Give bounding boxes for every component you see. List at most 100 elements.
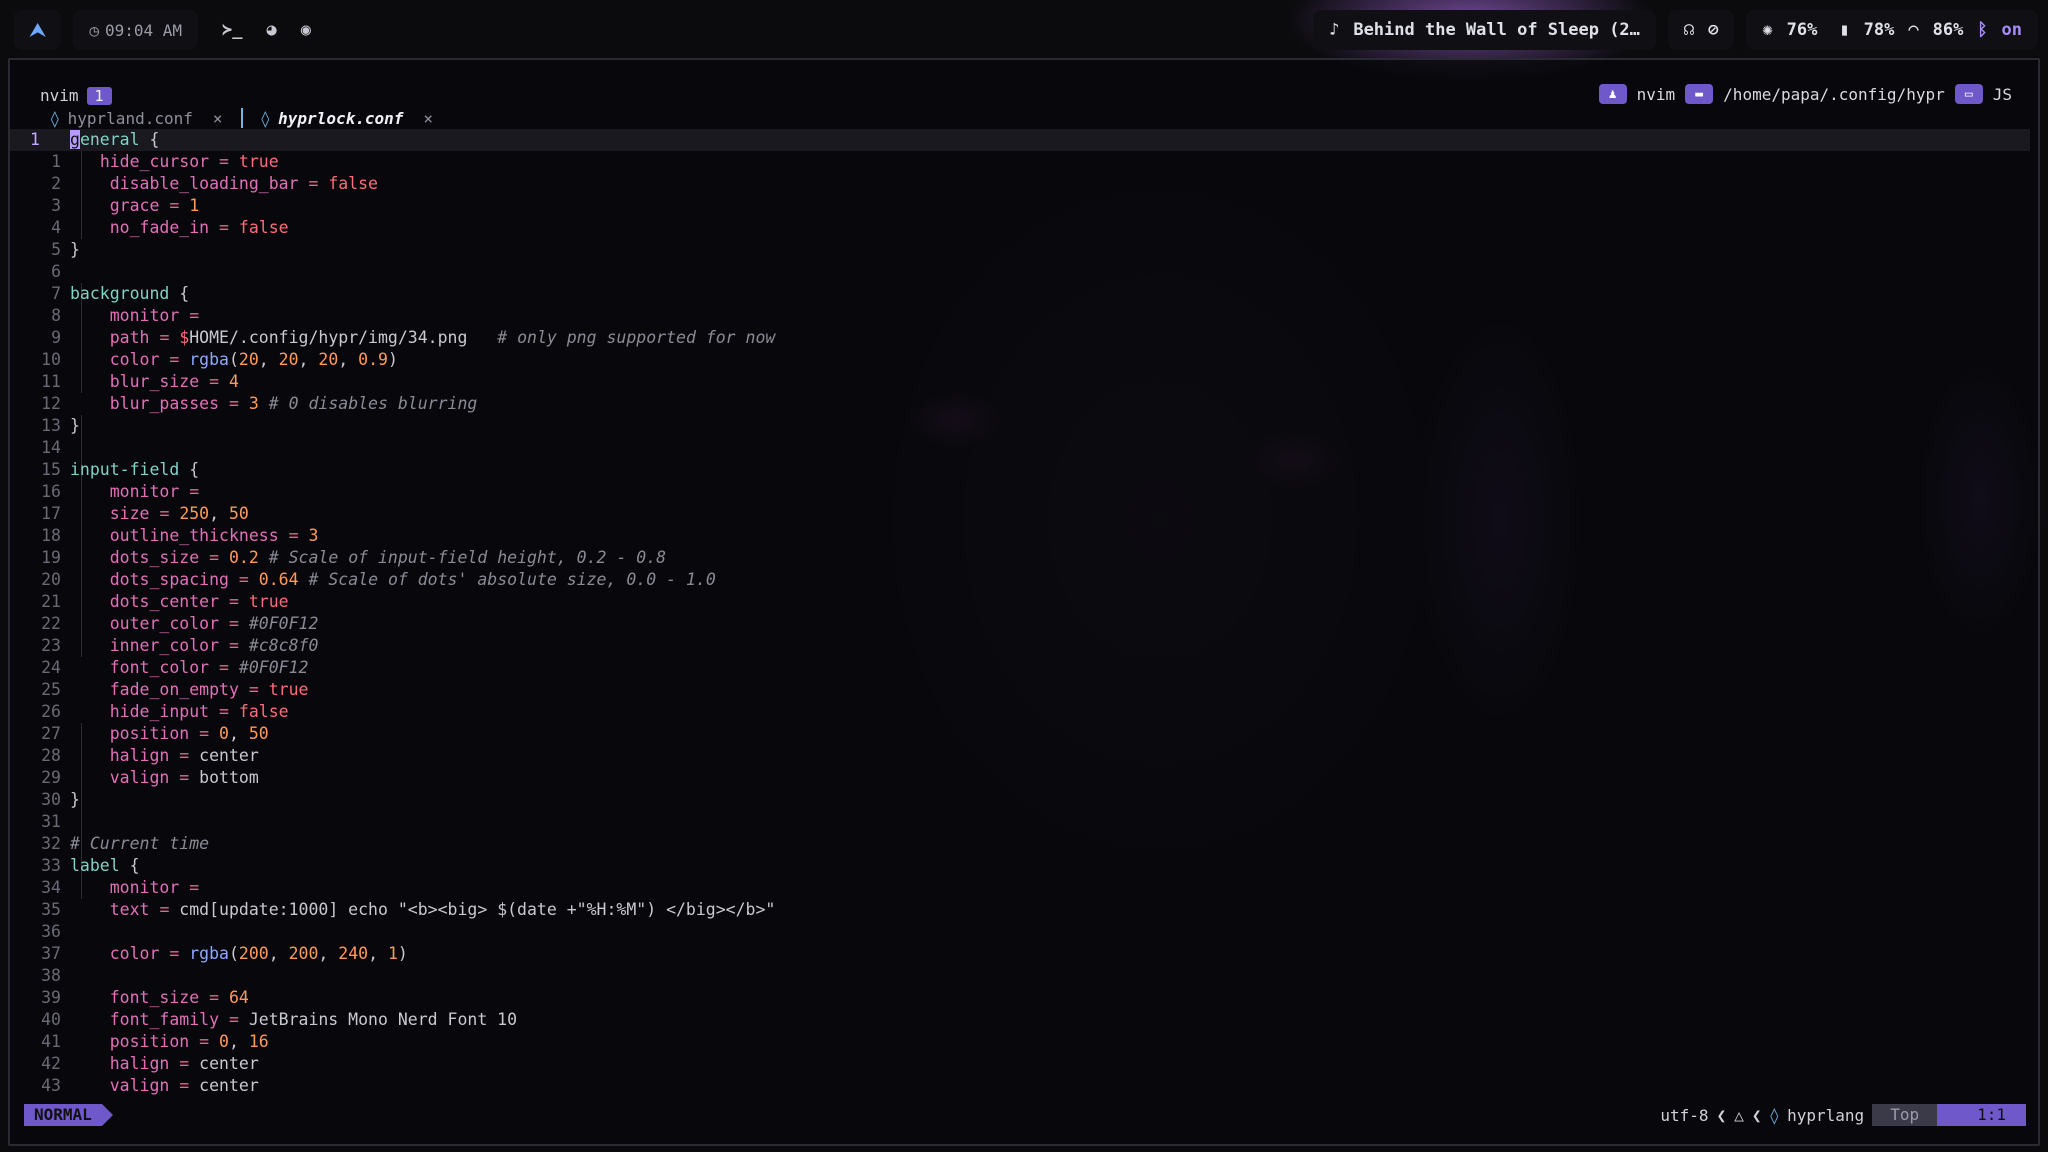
code-line[interactable]: 10 color = rgba(20, 20, 20, 0.9) (10, 349, 2030, 371)
clock-widget[interactable]: ◷ 09:04 AM (73, 10, 199, 50)
hyprlang-file-icon: ◊ (50, 108, 60, 128)
code-line[interactable]: 5} (10, 239, 2030, 261)
code-line[interactable]: 40 font_family = JetBrains Mono Nerd Fon… (10, 1009, 2030, 1031)
clock-time: 09:04 AM (104, 20, 183, 40)
code-line[interactable]: 23 inner_color = #c8c8f0 (10, 635, 2030, 657)
terminal-tab-number: 1 (86, 86, 112, 105)
headphones-icon[interactable]: ☊ (1684, 20, 1694, 40)
code-line[interactable]: 36 (10, 921, 2030, 943)
arch-logo-icon: ⮝ (30, 19, 46, 41)
bluetooth-value: on (2001, 20, 2022, 40)
audio-widget[interactable]: ☊ ⊘ (1667, 10, 1735, 50)
close-icon[interactable]: × (423, 109, 433, 128)
code-line[interactable]: 4 no_fade_in = false (10, 217, 2030, 239)
music-note-icon: ♪ (1329, 20, 1340, 40)
brightness-icon: ✺ (1762, 20, 1773, 40)
code-line[interactable]: 12 blur_passes = 3 # 0 disables blurring (10, 393, 2030, 415)
code-line[interactable]: 42 halign = center (10, 1053, 2030, 1075)
code-line[interactable]: 20 dots_spacing = 0.64 # Scale of dots' … (10, 569, 2030, 591)
code-line[interactable]: 19 dots_size = 0.2 # Scale of input-fiel… (10, 547, 2030, 569)
code-line[interactable]: 22 outer_color = #0F0F12 (10, 613, 2030, 635)
code-line[interactable]: 6 (10, 261, 2030, 283)
code-line[interactable]: 13} (10, 415, 2030, 437)
folder-icon: ▬ (1685, 84, 1714, 104)
code-line[interactable]: 25 fade_on_empty = true (10, 679, 2030, 701)
browser-icon[interactable]: ◕ (267, 20, 277, 40)
code-line[interactable]: 34 monitor = (10, 877, 2030, 899)
code-line[interactable]: 27 position = 0, 50 (10, 723, 2030, 745)
code-line[interactable]: 21 dots_center = true (10, 591, 2030, 613)
code-line[interactable]: 38 (10, 965, 2030, 987)
discord-icon[interactable]: ◉ (301, 20, 311, 40)
language-icon: ▭ (1954, 84, 1983, 104)
code-line[interactable]: 37 color = rgba(200, 200, 240, 1) (10, 943, 2030, 965)
cwd-path: /home/papa/.config/hypr (1723, 84, 1945, 104)
code-line[interactable]: 28 halign = center (10, 745, 2030, 767)
hyprlang-file-icon: ◊ (260, 108, 271, 128)
separator-chevron-icon: ❮ (1751, 1105, 1762, 1125)
brightness-value: 76% (1786, 20, 1818, 40)
close-icon[interactable]: × (213, 109, 223, 128)
bluetooth-icon: ᛒ (1977, 20, 1988, 40)
code-line[interactable]: 32 # Current time (10, 833, 2030, 855)
separator-chevron-icon: ❮ (1716, 1105, 1727, 1125)
code-line[interactable]: 9 path = $HOME/.config/hypr/img/34.png #… (10, 327, 2030, 349)
process-name: nvim (1636, 84, 1676, 104)
code-line[interactable]: 11 blur_size = 4 (10, 371, 2030, 393)
statusline: NORMAL utf-8 ❮ △ ❮ ◊ hyprlang Top 1:1 (24, 1104, 2026, 1126)
code-line[interactable]: 30} (10, 789, 2030, 811)
code-line[interactable]: 16 monitor = (10, 481, 2030, 503)
buffer-separator (240, 108, 243, 128)
top-bar: ⮝ ◷ 09:04 AM ≻_ ◕ ◉ ♪ Behind the Wall of… (0, 0, 2048, 58)
buffer-tab-label: hyprlock.conf (278, 108, 404, 128)
buffer-tabs: ◊ hyprland.conf × ◊ hyprlock.conf × (50, 108, 433, 128)
code-line[interactable]: 33 label { (10, 855, 2030, 877)
battery-icon: ▮ (1839, 20, 1850, 40)
terminal-icon[interactable]: ≻_ (222, 20, 242, 40)
code-line[interactable]: 31 (10, 811, 2030, 833)
code-editor[interactable]: 1 general { 1 hide_cursor = true 2 disabl… (10, 129, 2030, 1097)
filetype-label: hyprlang (1787, 1105, 1865, 1125)
code-line[interactable]: 3 grace = 1 (10, 195, 2030, 217)
code-line[interactable]: 17 size = 250, 50 (10, 503, 2030, 525)
code-line[interactable]: 1 general { (10, 129, 2030, 151)
code-line[interactable]: 26 hide_input = false (10, 701, 2030, 723)
buffer-tab-hyprland[interactable]: ◊ hyprland.conf × (50, 109, 223, 128)
code-line[interactable]: 29 valign = bottom (10, 767, 2030, 789)
system-widget[interactable]: ✺ 76% ▮ 78% ◠ 86% ᛒ on (1746, 10, 2038, 50)
battery-value: 78% (1863, 20, 1895, 40)
cursor-position: 1:1 (1937, 1104, 2026, 1126)
media-title: Behind the Wall of Sleep (2… (1353, 20, 1640, 40)
code-line[interactable]: 18 outline_thickness = 3 (10, 525, 2030, 547)
media-widget[interactable]: ♪ Behind the Wall of Sleep (2… (1313, 10, 1656, 50)
clock-icon: ◷ (89, 20, 99, 40)
terminal-tab[interactable]: nvim 1 (40, 86, 112, 105)
code-line[interactable]: 35 text = cmd[update:1000] echo "<b><big… (10, 899, 2030, 921)
terminal-tab-name: nvim (40, 86, 79, 105)
encoding-label: utf-8 (1660, 1105, 1709, 1125)
scroll-indicator: Top (1872, 1104, 1938, 1126)
code-line[interactable]: 41 position = 0, 16 (10, 1031, 2030, 1053)
wifi-value: 86% (1932, 20, 1964, 40)
code-line[interactable]: 14 (10, 437, 2030, 459)
code-line[interactable]: 24 font_color = #0F0F12 (10, 657, 2030, 679)
wifi-icon: ◠ (1908, 20, 1919, 40)
linux-icon: △ (1734, 1105, 1744, 1125)
terminal-info: ♟ nvim ▬ /home/papa/.config/hypr ▭ JS (1598, 84, 2012, 104)
code-line[interactable]: 39 font_size = 64 (10, 987, 2030, 1009)
code-line[interactable]: 7 background { (10, 283, 2030, 305)
buffer-tab-hyprlock[interactable]: ◊ hyprlock.conf × (261, 109, 434, 128)
code-line[interactable]: 1 hide_cursor = true (10, 151, 2030, 173)
hyprlang-file-icon: ◊ (1769, 1105, 1780, 1125)
code-line[interactable]: 8 monitor = (10, 305, 2030, 327)
buffer-tab-label: hyprland.conf (67, 108, 193, 128)
code-line[interactable]: 43 valign = center (10, 1075, 2030, 1097)
code-line[interactable]: 2 disable_loading_bar = false (10, 173, 2030, 195)
code-line[interactable]: 15 input-field { (10, 459, 2030, 481)
launcher-button[interactable]: ⮝ (14, 10, 62, 50)
mode-indicator: NORMAL (24, 1104, 113, 1126)
process-icon: ♟ (1598, 84, 1627, 104)
language-label: JS (1992, 84, 2012, 104)
terminal-window[interactable]: nvim 1 ♟ nvim ▬ /home/papa/.config/hypr … (8, 58, 2040, 1146)
mic-muted-icon[interactable]: ⊘ (1708, 20, 1718, 40)
